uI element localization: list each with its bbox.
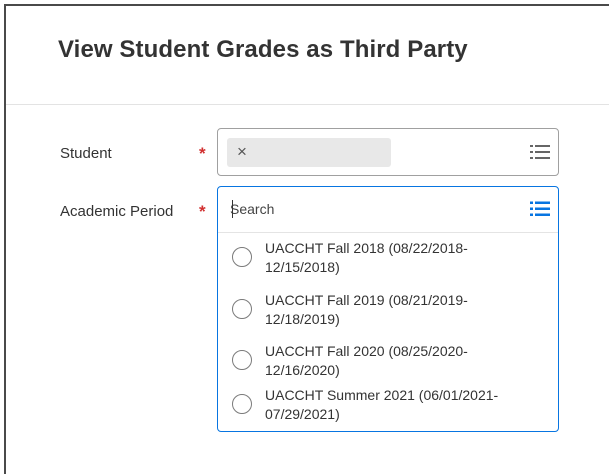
text-caret (232, 200, 233, 218)
prompt-list-icon[interactable] (530, 201, 550, 217)
academic-period-label: Academic Period (60, 203, 174, 220)
option-label: UACCHT Fall 2019 (08/21/2019- 12/18/2019… (265, 292, 468, 327)
search-input[interactable] (230, 197, 520, 221)
radio-button[interactable] (232, 299, 252, 319)
option-label: UACCHT Fall 2018 (08/22/2018- 12/15/2018… (265, 240, 468, 275)
period-option-fall-2020[interactable]: UACCHT Fall 2020 (08/25/2020- 12/16/2020… (232, 342, 552, 386)
radio-button[interactable] (232, 350, 252, 370)
period-option-fall-2018[interactable]: UACCHT Fall 2018 (08/22/2018- 12/15/2018… (232, 239, 552, 283)
option-label: UACCHT Fall 2020 (08/25/2020- 12/16/2020… (265, 343, 468, 378)
option-label: UACCHT Summer 2021 (06/01/2021- 07/29/20… (265, 387, 499, 422)
header-divider (6, 104, 609, 105)
prompt-list-icon[interactable] (530, 144, 550, 160)
radio-button[interactable] (232, 394, 252, 414)
student-selected-pill: × (227, 138, 391, 167)
remove-student-icon[interactable]: × (237, 142, 247, 162)
period-option-summer-2021[interactable]: UACCHT Summer 2021 (06/01/2021- 07/29/20… (232, 386, 552, 430)
academic-period-required-asterisk: * (199, 202, 206, 221)
radio-button[interactable] (232, 247, 252, 267)
student-required-asterisk: * (199, 144, 206, 163)
search-row (218, 187, 558, 233)
student-label: Student (60, 145, 112, 162)
student-field[interactable]: × (217, 128, 559, 176)
period-option-fall-2019[interactable]: UACCHT Fall 2019 (08/21/2019- 12/18/2019… (232, 291, 552, 335)
academic-period-dropdown: UACCHT Fall 2018 (08/22/2018- 12/15/2018… (217, 186, 559, 432)
page-title: View Student Grades as Third Party (58, 36, 468, 63)
